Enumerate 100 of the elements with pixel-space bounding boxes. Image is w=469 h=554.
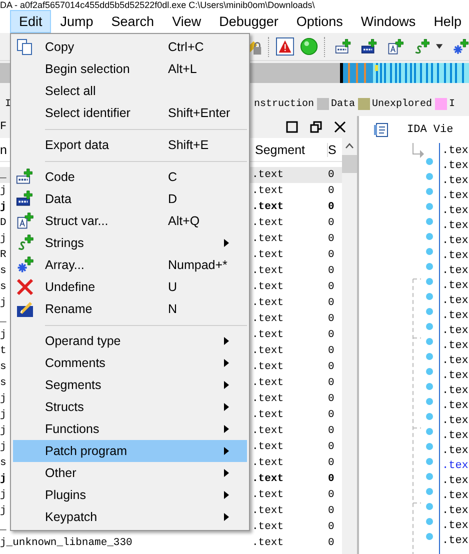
listing-line: .tex bbox=[442, 220, 468, 232]
menu-bar-item[interactable]: Jump bbox=[51, 10, 102, 33]
listing-line: .tex bbox=[442, 190, 468, 202]
scrollbar[interactable] bbox=[342, 138, 357, 554]
legend-label: Data bbox=[331, 98, 356, 110]
submenu-arrow-icon bbox=[224, 238, 229, 246]
menu-item[interactable]: Data D bbox=[13, 188, 247, 210]
menu-item[interactable]: Structs bbox=[13, 396, 247, 418]
window-title: DA - a0f2af5657014c455dd5b5d52522f0dl.exe C:\Users\minib0om\Downloads\ bbox=[0, 0, 316, 10]
menu-item[interactable]: Keypatch bbox=[13, 506, 247, 528]
listing-line: .tex bbox=[442, 144, 468, 156]
submenu-arrow-icon bbox=[224, 424, 229, 432]
menu-item[interactable]: Select identifier Shift+Enter bbox=[13, 102, 247, 124]
menu-item[interactable]: Undefine U bbox=[13, 276, 247, 298]
submenu-arrow-icon bbox=[224, 512, 229, 520]
table-cell-text: .text bbox=[252, 313, 285, 325]
table-cell-text: 0 bbox=[328, 505, 336, 517]
menu-bar-item[interactable]: Edit bbox=[10, 10, 52, 33]
table-cell-text: 0 bbox=[328, 425, 336, 437]
listing-line: .tex bbox=[442, 310, 468, 322]
listing-line: .tex bbox=[442, 384, 468, 396]
menu-item[interactable]: Code C bbox=[13, 166, 247, 188]
column-header[interactable]: Segment bbox=[252, 142, 328, 156]
menu-item[interactable]: Strings bbox=[13, 232, 247, 254]
menu-bar-item[interactable]: Help bbox=[424, 10, 469, 33]
menu-item[interactable]: Struct var... Alt+Q bbox=[13, 210, 247, 232]
menu-item[interactable]: Other bbox=[13, 462, 247, 484]
listing-line: .tex bbox=[442, 520, 468, 532]
maximize-icon[interactable] bbox=[285, 120, 299, 134]
column-header[interactable]: S bbox=[328, 142, 340, 156]
struct-icon bbox=[16, 212, 34, 230]
menu-bar-item[interactable]: Search bbox=[102, 10, 164, 33]
listing-line: .tex bbox=[442, 414, 468, 426]
table-cell-text: .text bbox=[252, 505, 285, 517]
function-name-cell[interactable]: j_unknown_libname_330 bbox=[0, 537, 252, 549]
listing-line: .tex bbox=[442, 430, 468, 442]
listing-line: .tex bbox=[442, 490, 468, 502]
submenu-arrow-icon bbox=[224, 402, 229, 410]
listing-line: .tex bbox=[442, 340, 468, 352]
table-cell-text: .text bbox=[252, 457, 285, 469]
legend-label: I bbox=[449, 98, 456, 110]
warning-icon[interactable] bbox=[276, 37, 294, 56]
table-cell-text: 0 bbox=[328, 489, 336, 501]
listing-line: .tex bbox=[442, 264, 468, 276]
submenu-arrow-icon bbox=[224, 336, 229, 344]
listing-line: .tex bbox=[442, 444, 468, 456]
tab-label[interactable]: IDA Vie bbox=[407, 124, 454, 136]
table-cell-text: .text bbox=[252, 265, 285, 277]
menu-bar-item[interactable]: Debugger bbox=[210, 10, 288, 33]
close-icon bbox=[16, 278, 34, 296]
listing-line: .tex bbox=[442, 174, 468, 186]
listing-line: .tex bbox=[442, 160, 468, 172]
close-icon[interactable] bbox=[333, 120, 347, 134]
submenu-arrow-icon bbox=[224, 490, 229, 498]
circle-icon[interactable] bbox=[300, 37, 318, 56]
table-cell-text: .text bbox=[252, 393, 285, 405]
menu-item[interactable]: Patch program bbox=[13, 440, 247, 462]
restore-icon[interactable] bbox=[309, 120, 323, 134]
listing-line: .tex bbox=[442, 234, 468, 246]
menu-bar-item[interactable]: Options bbox=[287, 10, 352, 33]
table-cell-text: 0 bbox=[328, 233, 336, 245]
caret-icon[interactable] bbox=[436, 44, 443, 49]
table-cell-text: .text bbox=[252, 409, 285, 421]
menu-item[interactable]: Rename N bbox=[13, 298, 247, 320]
legend-label: I bbox=[5, 98, 12, 110]
menu-item[interactable]: Segments bbox=[13, 374, 247, 396]
menu-item[interactable]: Begin selection Alt+L bbox=[13, 58, 247, 80]
menu-item[interactable]: Array... Numpad+* bbox=[13, 254, 247, 276]
menu-item[interactable]: Functions bbox=[13, 418, 247, 440]
menu-bar-item[interactable]: Windows bbox=[352, 10, 425, 33]
menu-bar-item[interactable]: View bbox=[163, 10, 210, 33]
listing-icon[interactable] bbox=[373, 122, 389, 138]
table-cell-text: .text bbox=[252, 281, 285, 293]
table-cell-text: .text bbox=[252, 249, 285, 261]
table-cell-text: .text bbox=[252, 473, 285, 485]
menu-item[interactable]: Select all bbox=[13, 80, 247, 102]
menu-item[interactable]: Operand type bbox=[13, 330, 247, 352]
table-cell-text: .text bbox=[252, 441, 285, 453]
menu-item[interactable]: Export data Shift+E bbox=[13, 134, 247, 156]
listing-line: .tex bbox=[442, 280, 468, 292]
code-icon bbox=[334, 38, 352, 56]
table-cell-text: 0 bbox=[328, 217, 336, 229]
data-icon bbox=[360, 38, 378, 56]
table-cell-text: 0 bbox=[328, 361, 336, 373]
menu-item[interactable]: Comments bbox=[13, 352, 247, 374]
table-cell-text: .text bbox=[252, 521, 285, 533]
scroll-thumb[interactable] bbox=[342, 155, 357, 173]
table-cell-text: 0 bbox=[328, 409, 336, 421]
array-icon bbox=[452, 38, 469, 56]
legend-label: Unexplored bbox=[372, 98, 432, 110]
menu-item[interactable]: Plugins bbox=[13, 484, 247, 506]
menu-item[interactable]: Copy Ctrl+C bbox=[13, 36, 247, 58]
table-cell-text: 0 bbox=[328, 377, 336, 389]
strings-icon bbox=[16, 234, 34, 252]
table-cell-text: 0 bbox=[328, 537, 336, 549]
table-cell-text: .text bbox=[252, 201, 285, 213]
table-cell-text: 0 bbox=[328, 281, 336, 293]
table-cell-text: 0 bbox=[328, 297, 336, 309]
table-cell-text: 0 bbox=[328, 473, 336, 485]
code-icon bbox=[16, 168, 34, 186]
